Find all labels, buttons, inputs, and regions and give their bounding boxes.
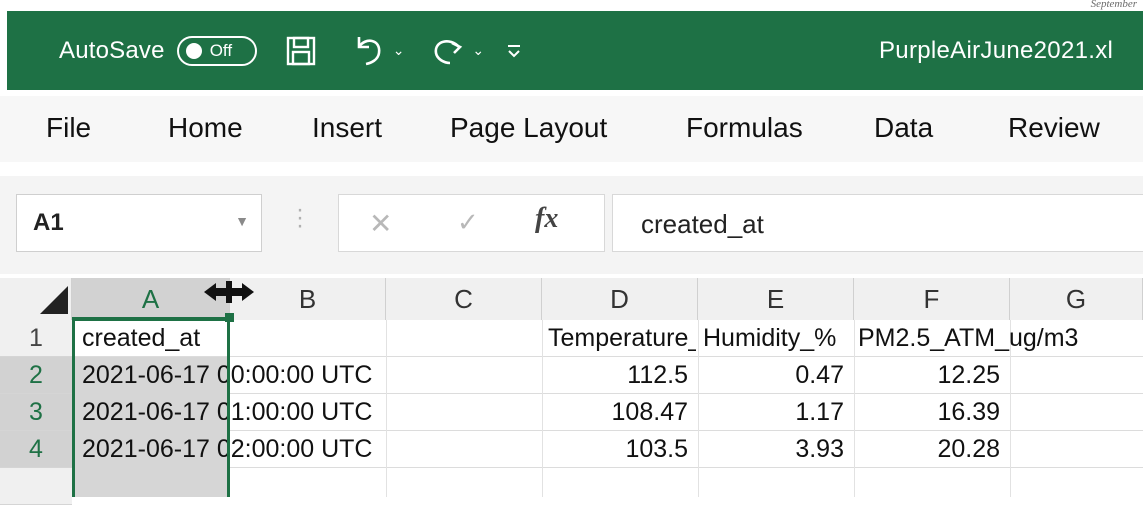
formula-input[interactable]: created_at	[612, 194, 1143, 252]
name-box[interactable]: A1 ▼	[16, 194, 262, 252]
autosave-label: AutoSave	[59, 36, 165, 64]
title-bar: AutoSave Off ⌄ ⌄ PurpleAirJune2021.xl	[7, 11, 1143, 90]
row-header-2[interactable]: 2	[0, 357, 72, 394]
chevron-down-icon[interactable]: ▼	[235, 213, 249, 229]
cell-e2[interactable]: 0.47	[698, 357, 844, 394]
cell-e1[interactable]: Humidity_%	[703, 320, 851, 357]
formula-buttons: ✕ ✓ fx	[338, 194, 605, 252]
window-title: PurpleAirJune2021.xl	[879, 37, 1114, 64]
enter-check-icon[interactable]: ✓	[457, 207, 479, 238]
cancel-icon[interactable]: ✕	[369, 207, 392, 240]
row-header-5[interactable]	[0, 468, 72, 505]
customize-qat-icon[interactable]	[506, 41, 522, 61]
tab-home[interactable]: Home	[168, 112, 243, 144]
tab-review[interactable]: Review	[1008, 112, 1100, 144]
save-icon[interactable]	[285, 35, 317, 67]
cell-d3[interactable]: 108.47	[542, 394, 688, 431]
name-box-value: A1	[33, 209, 64, 236]
column-header-f[interactable]: F	[854, 278, 1010, 320]
corner-note: September	[1090, 0, 1137, 10]
select-all-corner[interactable]	[0, 278, 72, 320]
toggle-state: Off	[209, 40, 233, 60]
column-header-d[interactable]: D	[542, 278, 698, 320]
cell-f3[interactable]: 16.39	[854, 394, 1000, 431]
formula-value: created_at	[641, 209, 764, 239]
autosave-toggle[interactable]: Off	[176, 35, 257, 66]
row-header-1[interactable]: 1	[0, 320, 72, 357]
tab-data[interactable]: Data	[874, 112, 933, 144]
cell-e3[interactable]: 1.17	[698, 394, 844, 431]
undo-dropdown-icon[interactable]: ⌄	[393, 42, 405, 59]
cell-f2[interactable]: 12.25	[854, 357, 1000, 394]
redo-dropdown-icon[interactable]: ⌄	[472, 42, 484, 59]
row-header-3[interactable]: 3	[0, 394, 72, 431]
tab-insert[interactable]: Insert	[312, 112, 382, 144]
cell-f1[interactable]: PM2.5_ATM_ug/m3	[858, 320, 1143, 357]
row-header-4[interactable]: 4	[0, 431, 72, 468]
undo-icon[interactable]	[351, 33, 385, 69]
column-header-g[interactable]: G	[1010, 278, 1143, 320]
cell-d1[interactable]: Temperature_F	[548, 320, 696, 357]
column-resize-cursor-icon	[202, 280, 256, 309]
insert-function-icon[interactable]: fx	[535, 203, 558, 235]
formula-bar: A1 ▼ · · · ✕ ✓ fx created_at	[0, 176, 1143, 274]
ribbon-tabs: File Home Insert Page Layout Formulas Da…	[0, 96, 1143, 162]
column-header-e[interactable]: E	[698, 278, 854, 320]
redo-icon[interactable]	[430, 33, 464, 69]
toggle-knob	[185, 42, 202, 59]
tab-formulas[interactable]: Formulas	[686, 112, 803, 144]
selection-border	[72, 318, 230, 497]
column-header-c[interactable]: C	[386, 278, 542, 320]
cell-f4[interactable]: 20.28	[854, 431, 1000, 468]
tab-file[interactable]: File	[46, 112, 91, 144]
splitter-dots-icon[interactable]: · · ·	[296, 198, 304, 238]
tab-page-layout[interactable]: Page Layout	[450, 112, 607, 144]
select-all-triangle-icon	[40, 286, 68, 314]
cell-d4[interactable]: 103.5	[542, 431, 688, 468]
cell-e4[interactable]: 3.93	[698, 431, 844, 468]
cell-d2[interactable]: 112.5	[542, 357, 688, 394]
fill-handle[interactable]	[225, 313, 234, 322]
